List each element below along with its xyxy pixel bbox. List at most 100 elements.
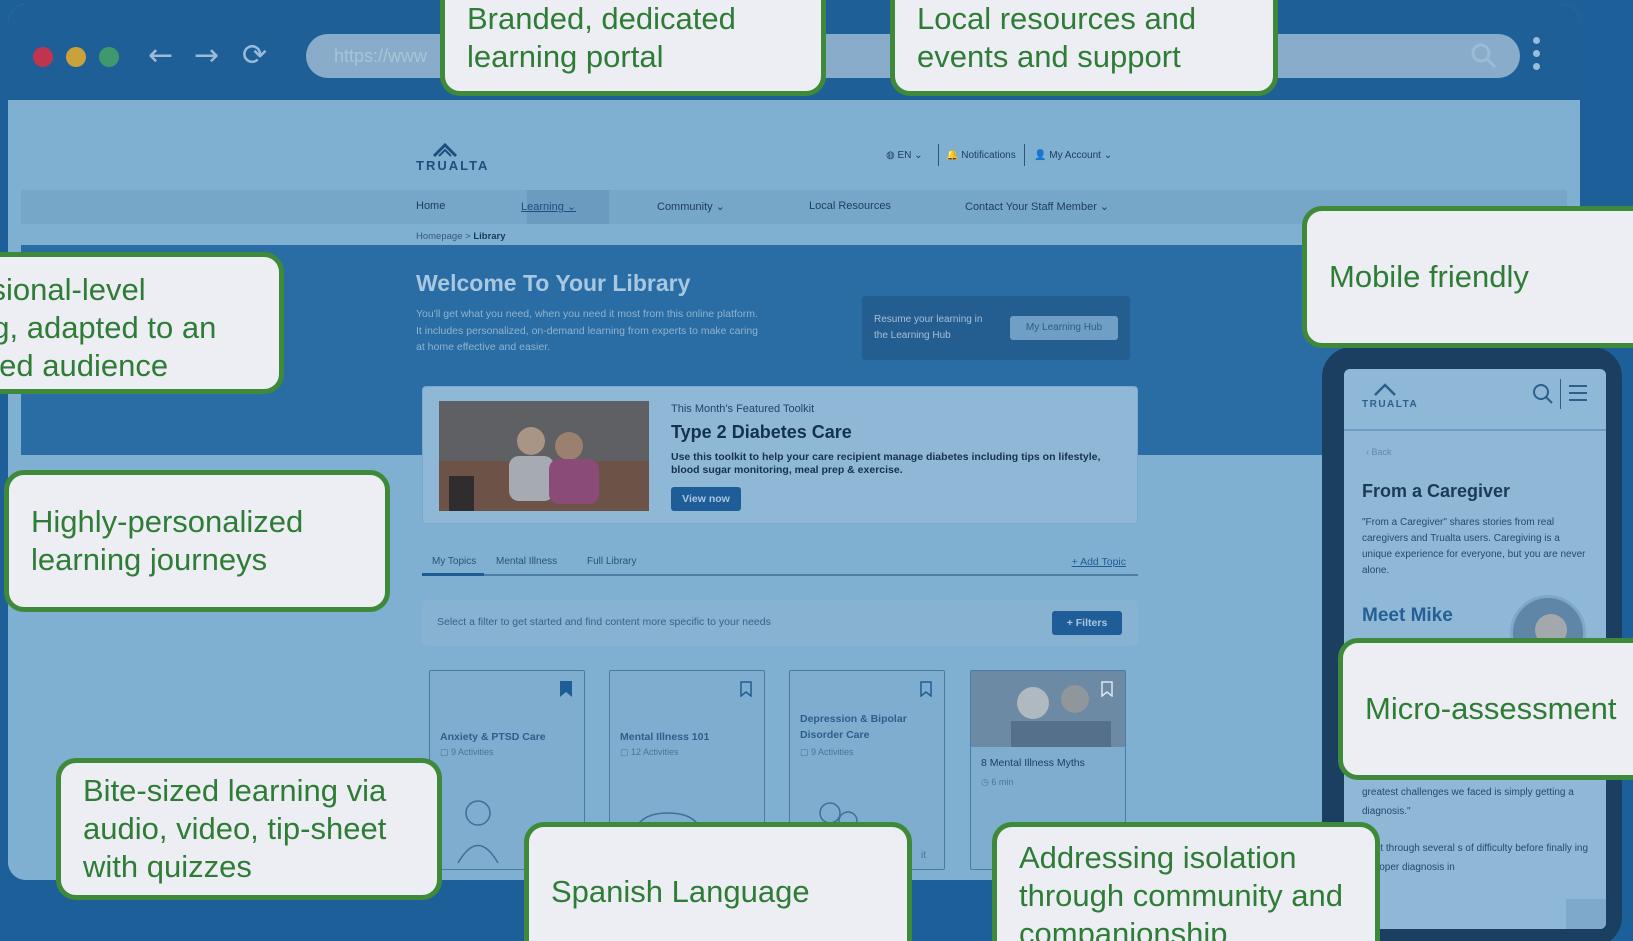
callout-text-line: ined audience: [0, 348, 169, 383]
my-account-menu[interactable]: 👤 My Account ⌄: [1034, 150, 1112, 161]
filter-hint: Select a filter to get started and find …: [437, 616, 771, 628]
divider: [1560, 379, 1561, 409]
card-meta-text: 9 Activities: [451, 747, 494, 757]
tab-full-library[interactable]: Full Library: [587, 556, 636, 567]
phone-scroll-button[interactable]: [1566, 899, 1606, 929]
card-meta: ◷ 6 min: [981, 777, 1014, 787]
trualta-logo-icon: [1374, 383, 1396, 396]
callout-text-line: ng, adapted to an: [0, 310, 217, 345]
nav-community-label: Community: [657, 201, 713, 213]
callout-text-line: ssional-level: [0, 272, 146, 307]
page-intro: You'll get what you need, when you need …: [416, 308, 759, 353]
page-title: Welcome To Your Library: [416, 270, 691, 296]
card-meta: ▢ 12 Activities: [620, 747, 679, 757]
add-topic-link[interactable]: + Add Topic: [1072, 556, 1126, 568]
callout-micro-assessment: Micro-assessment: [1338, 638, 1633, 780]
featured-toolkit-card: This Month's Featured Toolkit Type 2 Dia…: [422, 386, 1138, 524]
callout-text: Bite-sized learning via audio, video, ti…: [83, 773, 387, 884]
nav-learning-label: Learning: [521, 201, 564, 213]
card-partial-text: it: [921, 850, 926, 861]
breadcrumb-separator: >: [465, 231, 471, 242]
nav-contact-label: Contact Your Staff Member: [965, 201, 1097, 213]
phone-back-link[interactable]: ‹ Back: [1366, 447, 1392, 457]
card-title: Mental Illness 101: [620, 731, 710, 743]
callout-text: Micro-assessment: [1365, 691, 1617, 726]
phone-description: "From a Caregiver" shares stories from r…: [1362, 517, 1586, 576]
maximize-window-button[interactable]: [99, 47, 119, 67]
card-title: Anxiety & PTSD Care: [440, 731, 546, 743]
card-meta-text: 9 Activities: [811, 747, 854, 757]
filters-button[interactable]: + Filters: [1052, 611, 1122, 635]
callout-text: Highly-personalized learning journeys: [31, 504, 304, 577]
tab-my-topics[interactable]: My Topics: [432, 556, 476, 567]
url-text: https://www: [334, 46, 428, 66]
bookmark-icon[interactable]: [740, 681, 752, 697]
card-meta: ▢ 9 Activities: [440, 747, 494, 757]
phone-meet-heading: Meet Mike: [1362, 605, 1453, 626]
breadcrumb-home[interactable]: Homepage: [416, 231, 462, 242]
person-illustration-icon: [457, 800, 499, 863]
library-tabs: My Topics Mental Illness Full Library + …: [422, 552, 1138, 576]
notifications-link[interactable]: 🔔 Notifications: [946, 150, 1016, 161]
callout-text: Local resources and events and support: [917, 1, 1197, 74]
search-icon[interactable]: [1532, 383, 1554, 405]
nav-home[interactable]: Home: [416, 200, 445, 212]
notifications-label: Notifications: [961, 150, 1016, 161]
nav-community[interactable]: Community ⌄: [657, 200, 725, 213]
my-learning-hub-button[interactable]: My Learning Hub: [1010, 316, 1118, 340]
resume-learning-panel: Resume your learning in the Learning Hub…: [862, 296, 1130, 360]
nav-local-resources[interactable]: Local Resources: [809, 200, 891, 212]
callout-professional-training: ssional-level ng, adapted to an ined aud…: [0, 252, 284, 394]
card-meta-text: 6 min: [991, 777, 1014, 787]
browser-menu-icon[interactable]: [1533, 37, 1541, 77]
reload-icon[interactable]: ⟳: [242, 38, 267, 74]
card-title: Depression & Bipolar Disorder Care: [800, 713, 907, 741]
callout-spanish-language: Spanish Language: [524, 822, 912, 941]
phone-header: TRUALTA: [1344, 369, 1606, 431]
callout-bite-sized-learning: Bite-sized learning via audio, video, ti…: [56, 758, 442, 900]
back-arrow-icon[interactable]: ←: [148, 38, 173, 74]
language-label: EN: [897, 150, 912, 161]
divider: [1024, 144, 1025, 166]
featured-label: This Month's Featured Toolkit: [671, 403, 815, 415]
resume-text: Resume your learning in the Learning Hub: [874, 314, 983, 341]
callout-text: Spanish Language: [551, 874, 810, 909]
tab-mental-illness[interactable]: Mental Illness: [496, 556, 557, 567]
forward-arrow-icon[interactable]: →: [194, 38, 219, 74]
card-meta-text: 12 Activities: [631, 747, 679, 757]
phone-title: From a Caregiver: [1362, 481, 1511, 501]
logo-text: TRUALTA: [416, 158, 490, 173]
language-selector[interactable]: ◍ EN ⌄: [886, 150, 923, 161]
callout-text: Mobile friendly: [1329, 259, 1529, 294]
featured-title: Type 2 Diabetes Care: [671, 422, 852, 442]
minimize-window-button[interactable]: [66, 47, 86, 67]
account-label: My Account: [1049, 150, 1101, 161]
active-tab-indicator: [422, 573, 484, 576]
nav-contact-staff[interactable]: Contact Your Staff Member ⌄: [965, 200, 1109, 213]
card-title: 8 Mental Illness Myths: [981, 757, 1085, 769]
callout-local-resources: Local resources and events and support: [890, 0, 1278, 96]
callout-branded-portal: Branded, dedicated learning portal: [440, 0, 826, 96]
card-meta: ▢ 9 Activities: [800, 747, 854, 757]
callout-addressing-isolation: Addressing isolation through community a…: [992, 822, 1380, 941]
view-now-button[interactable]: View now: [671, 487, 741, 511]
phone-logo-text: TRUALTA: [1362, 399, 1419, 410]
nav-learning[interactable]: Learning ⌄: [521, 200, 576, 213]
filter-bar: Select a filter to get started and find …: [422, 600, 1138, 646]
featured-description: Use this toolkit to help your care recip…: [671, 451, 1101, 476]
bookmark-icon[interactable]: [1101, 681, 1113, 697]
bookmark-filled-icon[interactable]: [560, 681, 572, 697]
close-window-button[interactable]: [33, 47, 53, 67]
featured-photo: [439, 401, 649, 511]
callout-personalized-journeys: Highly-personalized learning journeys: [4, 470, 390, 612]
phone-quote-continued: went through several s of difficulty bef…: [1362, 843, 1589, 873]
phone-quote: greatest challenges we faced is simply g…: [1362, 787, 1574, 817]
breadcrumb-current: Library: [473, 231, 506, 242]
divider: [938, 144, 939, 166]
callout-mobile-friendly: Mobile friendly: [1302, 206, 1633, 348]
hamburger-menu-icon[interactable]: [1568, 383, 1588, 403]
callout-text: Addressing isolation through community a…: [1019, 840, 1343, 941]
search-icon[interactable]: [1470, 42, 1498, 70]
callout-text: Branded, dedicated learning portal: [467, 1, 736, 74]
bookmark-icon[interactable]: [920, 681, 932, 697]
